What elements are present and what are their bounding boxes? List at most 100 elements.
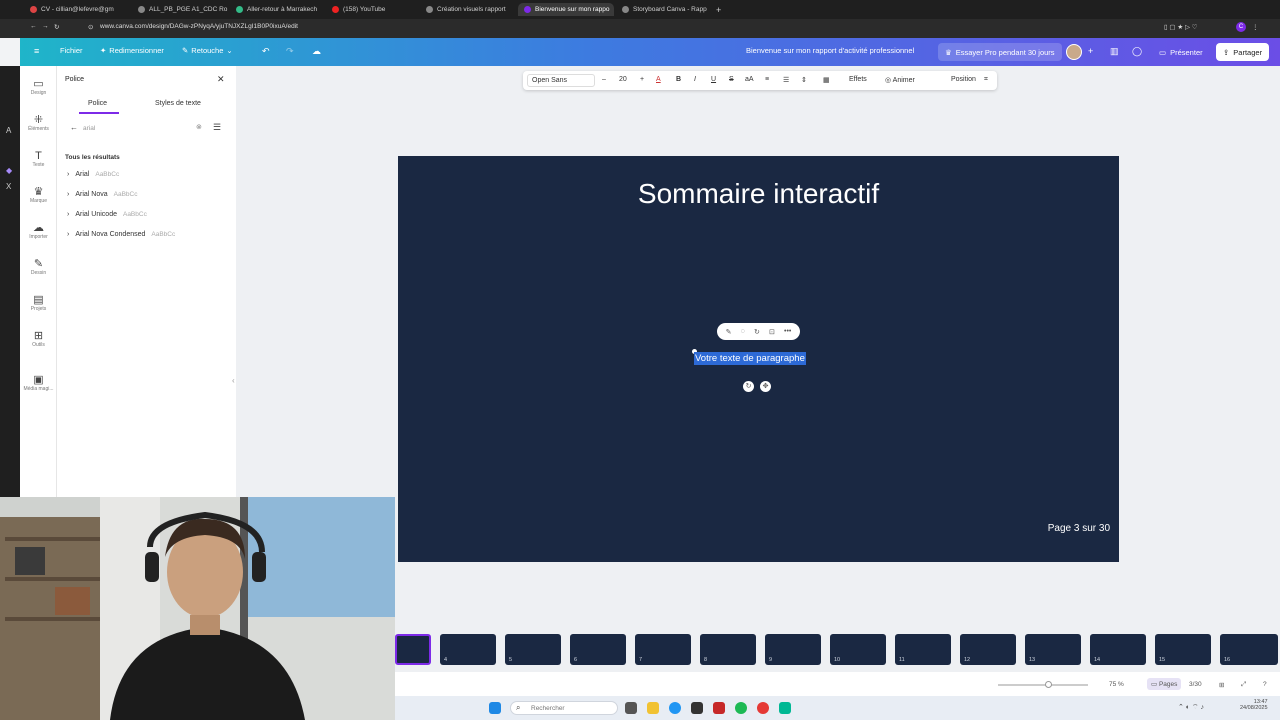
filter-icon[interactable]: ☰ [213, 122, 221, 133]
decrease-size-button[interactable]: – [602, 76, 606, 83]
rail-item-draw[interactable]: ✎ Dessin [20, 258, 57, 276]
page-thumbnail[interactable]: 7 [635, 634, 691, 665]
reload-icon[interactable]: ↻ [54, 23, 59, 31]
font-result-item[interactable]: › Arial Nova AaBbCc [67, 191, 138, 198]
transparency-icon[interactable]: ▦ [823, 76, 830, 84]
browser-tab-active[interactable]: Bienvenue sur mon rappo [518, 3, 614, 16]
browser-tab[interactable]: Aller-retour à Marrakech [230, 3, 324, 16]
browser-menu-icon[interactable]: ⋮ [1252, 23, 1259, 31]
file-explorer-icon[interactable] [647, 702, 659, 714]
copy-style-icon[interactable]: ⌗ [984, 76, 988, 84]
page-thumbnail[interactable]: 15 [1155, 634, 1211, 665]
resize-button[interactable]: ✦ Redimensionner [100, 46, 164, 55]
site-info-icon[interactable]: ⊙ [88, 23, 93, 31]
font-result-item[interactable]: › Arial Unicode AaBbCc [67, 211, 147, 218]
forward-icon[interactable]: → [42, 23, 49, 30]
page-thumbnail[interactable]: 11 [895, 634, 951, 665]
browser-tab[interactable]: CV - cillian@lefevre@gm [24, 3, 124, 16]
page-thumbnail[interactable]: 13 [1025, 634, 1081, 665]
strikethrough-icon[interactable]: S [729, 76, 734, 83]
side-app-icon[interactable]: ◆ [6, 166, 12, 175]
font-result-item[interactable]: › Arial AaBbCc [67, 171, 119, 178]
chrome-icon[interactable] [757, 702, 769, 714]
font-search-input[interactable] [65, 121, 205, 135]
font-result-item[interactable]: › Arial Nova Condensed AaBbCc [67, 231, 175, 238]
underline-icon[interactable]: U [711, 76, 716, 83]
zoom-level[interactable]: 75 % [1109, 681, 1124, 688]
effects-button[interactable]: Effets [849, 76, 867, 83]
lock-icon[interactable]: ⊡ [769, 328, 775, 336]
slide-title[interactable]: Sommaire interactif [398, 178, 1119, 210]
page-thumbnail-current[interactable] [395, 634, 431, 665]
app-icon[interactable] [713, 702, 725, 714]
pages-button[interactable]: ▭ Pages [1147, 678, 1182, 690]
comment-icon[interactable]: ◌ [741, 328, 745, 335]
analytics-icon[interactable]: ▥ [1110, 46, 1119, 57]
rotate-handle-icon[interactable]: ↻ [743, 381, 754, 392]
task-view-icon[interactable] [625, 702, 637, 714]
page-thumbnail[interactable]: 16 [1220, 634, 1278, 665]
grid-view-icon[interactable]: ⊞ [1219, 681, 1224, 689]
paragraph-text-selected[interactable]: Votre texte de paragraphe [694, 352, 806, 365]
cloud-save-icon[interactable]: ☁ [312, 46, 321, 57]
side-app-icon[interactable]: X [6, 182, 11, 191]
page-thumbnail[interactable]: 8 [700, 634, 756, 665]
rail-item-upload[interactable]: ☁ Importer [20, 222, 57, 240]
close-icon[interactable]: ✕ [217, 74, 225, 85]
move-handle-icon[interactable]: ✥ [760, 381, 771, 392]
collapse-panel-icon[interactable]: ‹ [232, 376, 235, 385]
fullscreen-icon[interactable]: ⤢ [1241, 681, 1246, 689]
profile-avatar[interactable]: C [1236, 22, 1246, 32]
comments-icon[interactable]: ◯ [1132, 46, 1142, 57]
tab-text-styles[interactable]: Styles de texte [155, 100, 201, 107]
file-menu-button[interactable]: Fichier [60, 46, 83, 55]
spacing-icon[interactable]: ⇕ [801, 76, 807, 84]
add-collaborator-icon[interactable]: + [1088, 46, 1093, 56]
animate-button[interactable]: ◎ Animer [885, 76, 915, 84]
user-avatar[interactable] [1066, 44, 1082, 60]
page-thumbnail[interactable]: 9 [765, 634, 821, 665]
try-pro-button[interactable]: ♛ Essayer Pro pendant 30 jours [938, 43, 1062, 61]
spotify-icon[interactable] [735, 702, 747, 714]
text-color-icon[interactable]: A [656, 76, 661, 83]
browser-extensions-icon[interactable]: ▯ ▢ ★ ▷ ♡ [1164, 23, 1198, 31]
letter-case-icon[interactable]: aA [745, 76, 754, 83]
list-icon[interactable]: ☰ [783, 76, 789, 84]
slide-canvas[interactable]: Sommaire interactif ✎ ◌ ↻ ⊡ ••• Votre te… [398, 156, 1119, 562]
document-title[interactable]: Bienvenue sur mon rapport d'activité pro… [746, 46, 914, 55]
rail-item-brand[interactable]: ♛ Marque [20, 186, 57, 204]
taskbar-search-input[interactable] [510, 701, 618, 715]
increase-size-button[interactable]: + [640, 76, 644, 83]
edit-menu-button[interactable]: ✎ Retouche ⌄ [182, 46, 233, 55]
page-thumbnail[interactable]: 6 [570, 634, 626, 665]
menu-icon[interactable]: ≡ [34, 46, 39, 56]
rail-item-projects[interactable]: ▤ Projets [20, 294, 57, 312]
zoom-slider[interactable] [998, 684, 1088, 686]
tab-font[interactable]: Police [88, 100, 107, 107]
edge-icon[interactable] [669, 702, 681, 714]
bold-icon[interactable]: B [676, 76, 681, 83]
url-field[interactable]: www.canva.com/design/DAGw-zPNyqA/yjuTNJX… [100, 23, 298, 30]
page-thumbnail[interactable]: 5 [505, 634, 561, 665]
zoom-slider-thumb[interactable] [1045, 681, 1052, 688]
side-app-icon[interactable]: A [6, 126, 11, 135]
page-thumbnail[interactable]: 14 [1090, 634, 1146, 665]
redo-button[interactable]: ↷ [286, 46, 294, 57]
italic-icon[interactable]: I [694, 76, 696, 83]
page-thumbnail[interactable]: 4 [440, 634, 496, 665]
rotate-icon[interactable]: ↻ [754, 328, 760, 336]
page-thumbnail[interactable]: 10 [830, 634, 886, 665]
clear-search-icon[interactable]: ⊗ [196, 123, 202, 131]
share-button[interactable]: ⇪ Partager [1216, 43, 1270, 61]
page-thumbnail[interactable]: 12 [960, 634, 1016, 665]
browser-tab[interactable]: Création visuels rapport [420, 3, 516, 16]
clock[interactable]: 13:47 24/08/2025 [1240, 699, 1268, 711]
magic-write-icon[interactable]: ✎ [726, 328, 732, 336]
position-button[interactable]: Position [951, 76, 976, 83]
align-center-icon[interactable]: ≡ [765, 76, 769, 83]
rail-item-elements[interactable]: ⁜ Éléments [20, 114, 57, 132]
font-family-select[interactable]: Open Sans [527, 74, 595, 87]
app-icon[interactable] [779, 702, 791, 714]
rail-item-text[interactable]: T Texte [20, 150, 57, 168]
browser-tab[interactable]: (158) YouTube [326, 3, 416, 16]
